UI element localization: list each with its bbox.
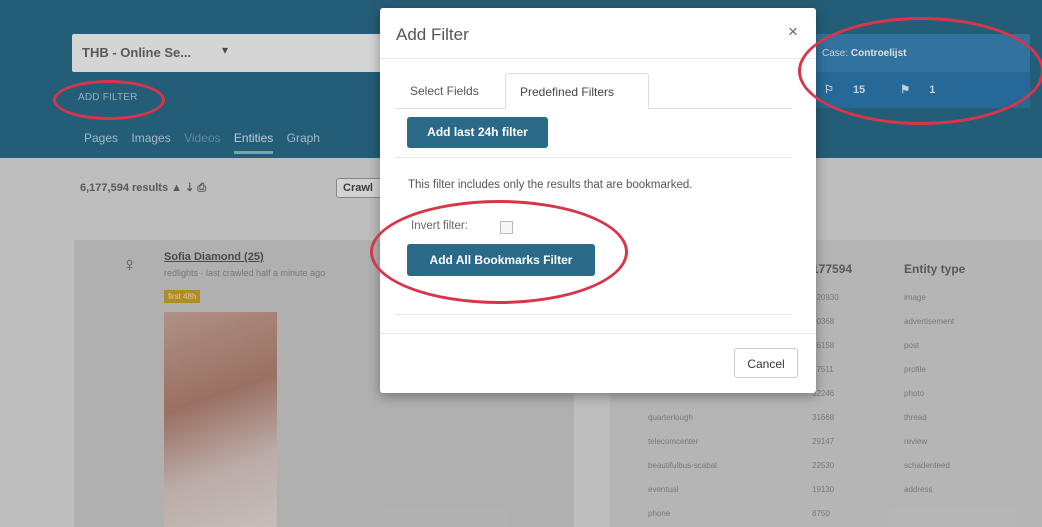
cancel-button[interactable]: Cancel <box>734 348 798 378</box>
add-filter-modal: Add Filter × Select Fields Predefined Fi… <box>380 8 816 393</box>
modal-footer-divider <box>380 333 816 334</box>
close-icon[interactable]: × <box>788 22 798 42</box>
tab-select-fields[interactable]: Select Fields <box>410 73 479 108</box>
modal-title: Add Filter <box>396 25 469 44</box>
modal-header: Add Filter × <box>380 8 816 59</box>
annotation-ellipse-bookmarks-filter <box>370 200 628 304</box>
divider <box>396 314 792 315</box>
divider <box>396 157 792 158</box>
add-last-24h-filter-button[interactable]: Add last 24h filter <box>407 117 548 148</box>
tab-predefined-filters[interactable]: Predefined Filters <box>505 73 649 109</box>
annotation-ellipse-case-panel <box>798 17 1042 125</box>
modal-tabs: Select Fields Predefined Filters <box>396 73 792 109</box>
filter-description: This filter includes only the results th… <box>408 179 693 191</box>
annotation-ellipse-add-filter <box>53 80 165 120</box>
